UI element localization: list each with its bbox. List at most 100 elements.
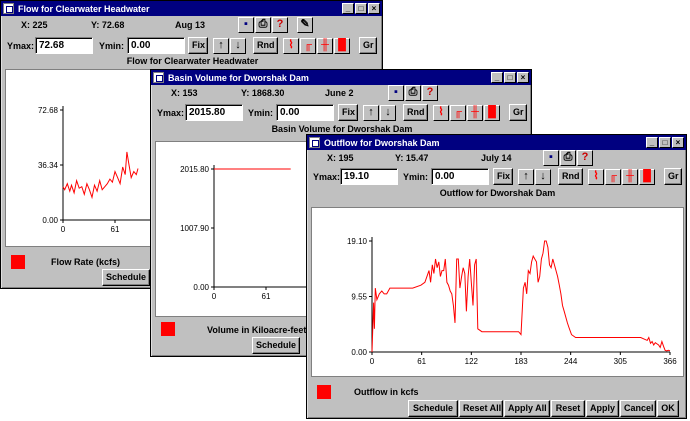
rnd-button[interactable]: Rnd	[253, 37, 278, 54]
y-tick-label: 0.00	[193, 283, 209, 292]
schedule-button[interactable]: Schedule	[252, 337, 300, 354]
close-button[interactable]: ×	[517, 72, 529, 83]
line-chart-icon[interactable]: ⌇	[283, 38, 299, 54]
print-icon[interactable]: ⎙	[255, 17, 271, 33]
x-tick-label: 122	[465, 357, 479, 366]
bar-chart-icon[interactable]: ╓	[605, 169, 621, 185]
ymin-label: Ymin:	[403, 172, 429, 182]
schedule-button[interactable]: Schedule	[102, 269, 150, 286]
ymin-label: Ymin:	[248, 108, 274, 118]
apply-button[interactable]: Apply	[586, 400, 619, 417]
chart-title: Outflow for Dworshak Dam	[439, 188, 556, 198]
fix-button[interactable]: Fix	[188, 37, 208, 54]
print-icon[interactable]: ⎙	[405, 85, 421, 101]
help-icon[interactable]: ?	[577, 150, 593, 166]
help-icon[interactable]: ?	[422, 85, 438, 101]
legend-swatch	[11, 255, 25, 269]
y-tick-label: 72.68	[38, 106, 59, 115]
filled-chart-icon[interactable]: █	[334, 38, 350, 54]
window-icon[interactable]	[3, 3, 14, 14]
window-icon[interactable]	[309, 137, 320, 148]
minimize-button[interactable]: _	[491, 72, 503, 83]
legend-label: Volume in Kiloacre-feet	[207, 325, 307, 335]
ymax-input[interactable]: 72.68	[35, 37, 93, 54]
ymin-input[interactable]: 0.00	[127, 37, 185, 54]
x-tick-label: 61	[262, 292, 271, 301]
maximize-button[interactable]: □	[355, 3, 367, 14]
save-icon[interactable]: ▪	[238, 17, 254, 33]
ymin-label: Ymin:	[99, 41, 125, 51]
y-tick-label: 1007.90	[180, 224, 209, 233]
ok-button[interactable]: OK	[657, 400, 679, 417]
gr-button[interactable]: Gr	[664, 168, 682, 185]
date-readout: July 14	[481, 153, 512, 163]
y-tick-label: 0.00	[42, 216, 58, 225]
maximize-button[interactable]: □	[504, 72, 516, 83]
gr-button[interactable]: Gr	[359, 37, 377, 54]
gr-button[interactable]: Gr	[509, 104, 527, 121]
reset-button[interactable]: Reset	[551, 400, 585, 417]
x-tick-label: 61	[417, 357, 426, 366]
y-tick-label: 2015.80	[180, 165, 209, 174]
chart-title: Basin Volume for Dworshak Dam	[271, 124, 413, 134]
arrow-up-icon[interactable]: ↑	[213, 38, 229, 54]
close-button[interactable]: ×	[368, 3, 380, 14]
outflow-chart: 0.00 9.55 19.10 0 61 122 183 244 305 366	[347, 237, 677, 366]
save-icon[interactable]: ▪	[543, 150, 559, 166]
fix-button[interactable]: Fix	[493, 168, 513, 185]
series-line	[371, 240, 671, 353]
bar-chart-icon[interactable]: ╓	[300, 38, 316, 54]
window-title: Outflow for Dworshak Dam	[324, 137, 440, 148]
line-chart-icon[interactable]: ⌇	[588, 169, 604, 185]
series-line	[62, 151, 139, 200]
cancel-button[interactable]: Cancel	[620, 400, 656, 417]
edit-icon[interactable]: ✎	[297, 17, 313, 33]
arrow-up-icon[interactable]: ↑	[363, 105, 379, 121]
ymax-input[interactable]: 19.10	[340, 168, 398, 185]
ymax-input[interactable]: 2015.80	[185, 104, 243, 121]
y-tick-label: 19.10	[347, 237, 368, 246]
chart-title: Flow for Clearwater Headwater	[126, 56, 259, 66]
maximize-button[interactable]: □	[659, 137, 671, 148]
x-readout: X: 195	[327, 153, 354, 163]
reset-all-button[interactable]: Reset All	[459, 400, 503, 417]
line-chart-icon[interactable]: ⌇	[433, 105, 449, 121]
date-readout: June 2	[325, 88, 354, 98]
plot-area: 0.00 9.55 19.10 0 61 122 183 244 305 366	[311, 207, 684, 377]
minimize-button[interactable]: _	[646, 137, 658, 148]
fix-button[interactable]: Fix	[338, 104, 358, 121]
legend-swatch	[317, 385, 331, 399]
title-bar[interactable]: Outflow for Dworshak Dam _ □ ×	[307, 135, 686, 150]
title-bar[interactable]: Basin Volume for Dworshak Dam _ □ ×	[151, 70, 531, 85]
schedule-button[interactable]: Schedule	[408, 400, 458, 417]
step-chart-icon[interactable]: ╫	[317, 38, 333, 54]
apply-all-button[interactable]: Apply All	[504, 400, 550, 417]
ymin-input[interactable]: 0.00	[276, 104, 334, 121]
filled-chart-icon[interactable]: █	[484, 105, 500, 121]
save-icon[interactable]: ▪	[388, 85, 404, 101]
arrow-down-icon[interactable]: ↓	[535, 169, 551, 185]
arrow-down-icon[interactable]: ↓	[380, 105, 396, 121]
x-tick-label: 305	[614, 357, 628, 366]
filled-chart-icon[interactable]: █	[639, 169, 655, 185]
step-chart-icon[interactable]: ╫	[622, 169, 638, 185]
arrow-up-icon[interactable]: ↑	[518, 169, 534, 185]
close-button[interactable]: ×	[672, 137, 684, 148]
y-tick-label: 9.55	[351, 293, 367, 302]
minimize-button[interactable]: _	[342, 3, 354, 14]
window-icon[interactable]	[153, 72, 164, 83]
arrow-down-icon[interactable]: ↓	[230, 38, 246, 54]
ymin-input[interactable]: 0.00	[431, 168, 489, 185]
y-readout: Y: 15.47	[395, 153, 429, 163]
title-bar[interactable]: Flow for Clearwater Headwater _ □ ×	[1, 1, 382, 16]
help-icon[interactable]: ?	[272, 17, 288, 33]
step-chart-icon[interactable]: ╫	[467, 105, 483, 121]
window-outflow: Outflow for Dworshak Dam _ □ × X: 195 Y:…	[306, 134, 687, 419]
date-readout: Aug 13	[175, 20, 206, 30]
rnd-button[interactable]: Rnd	[558, 168, 583, 185]
print-icon[interactable]: ⎙	[560, 150, 576, 166]
x-tick-label: 61	[111, 225, 120, 234]
rnd-button[interactable]: Rnd	[403, 104, 428, 121]
x-tick-label: 366	[663, 357, 677, 366]
bar-chart-icon[interactable]: ╓	[450, 105, 466, 121]
